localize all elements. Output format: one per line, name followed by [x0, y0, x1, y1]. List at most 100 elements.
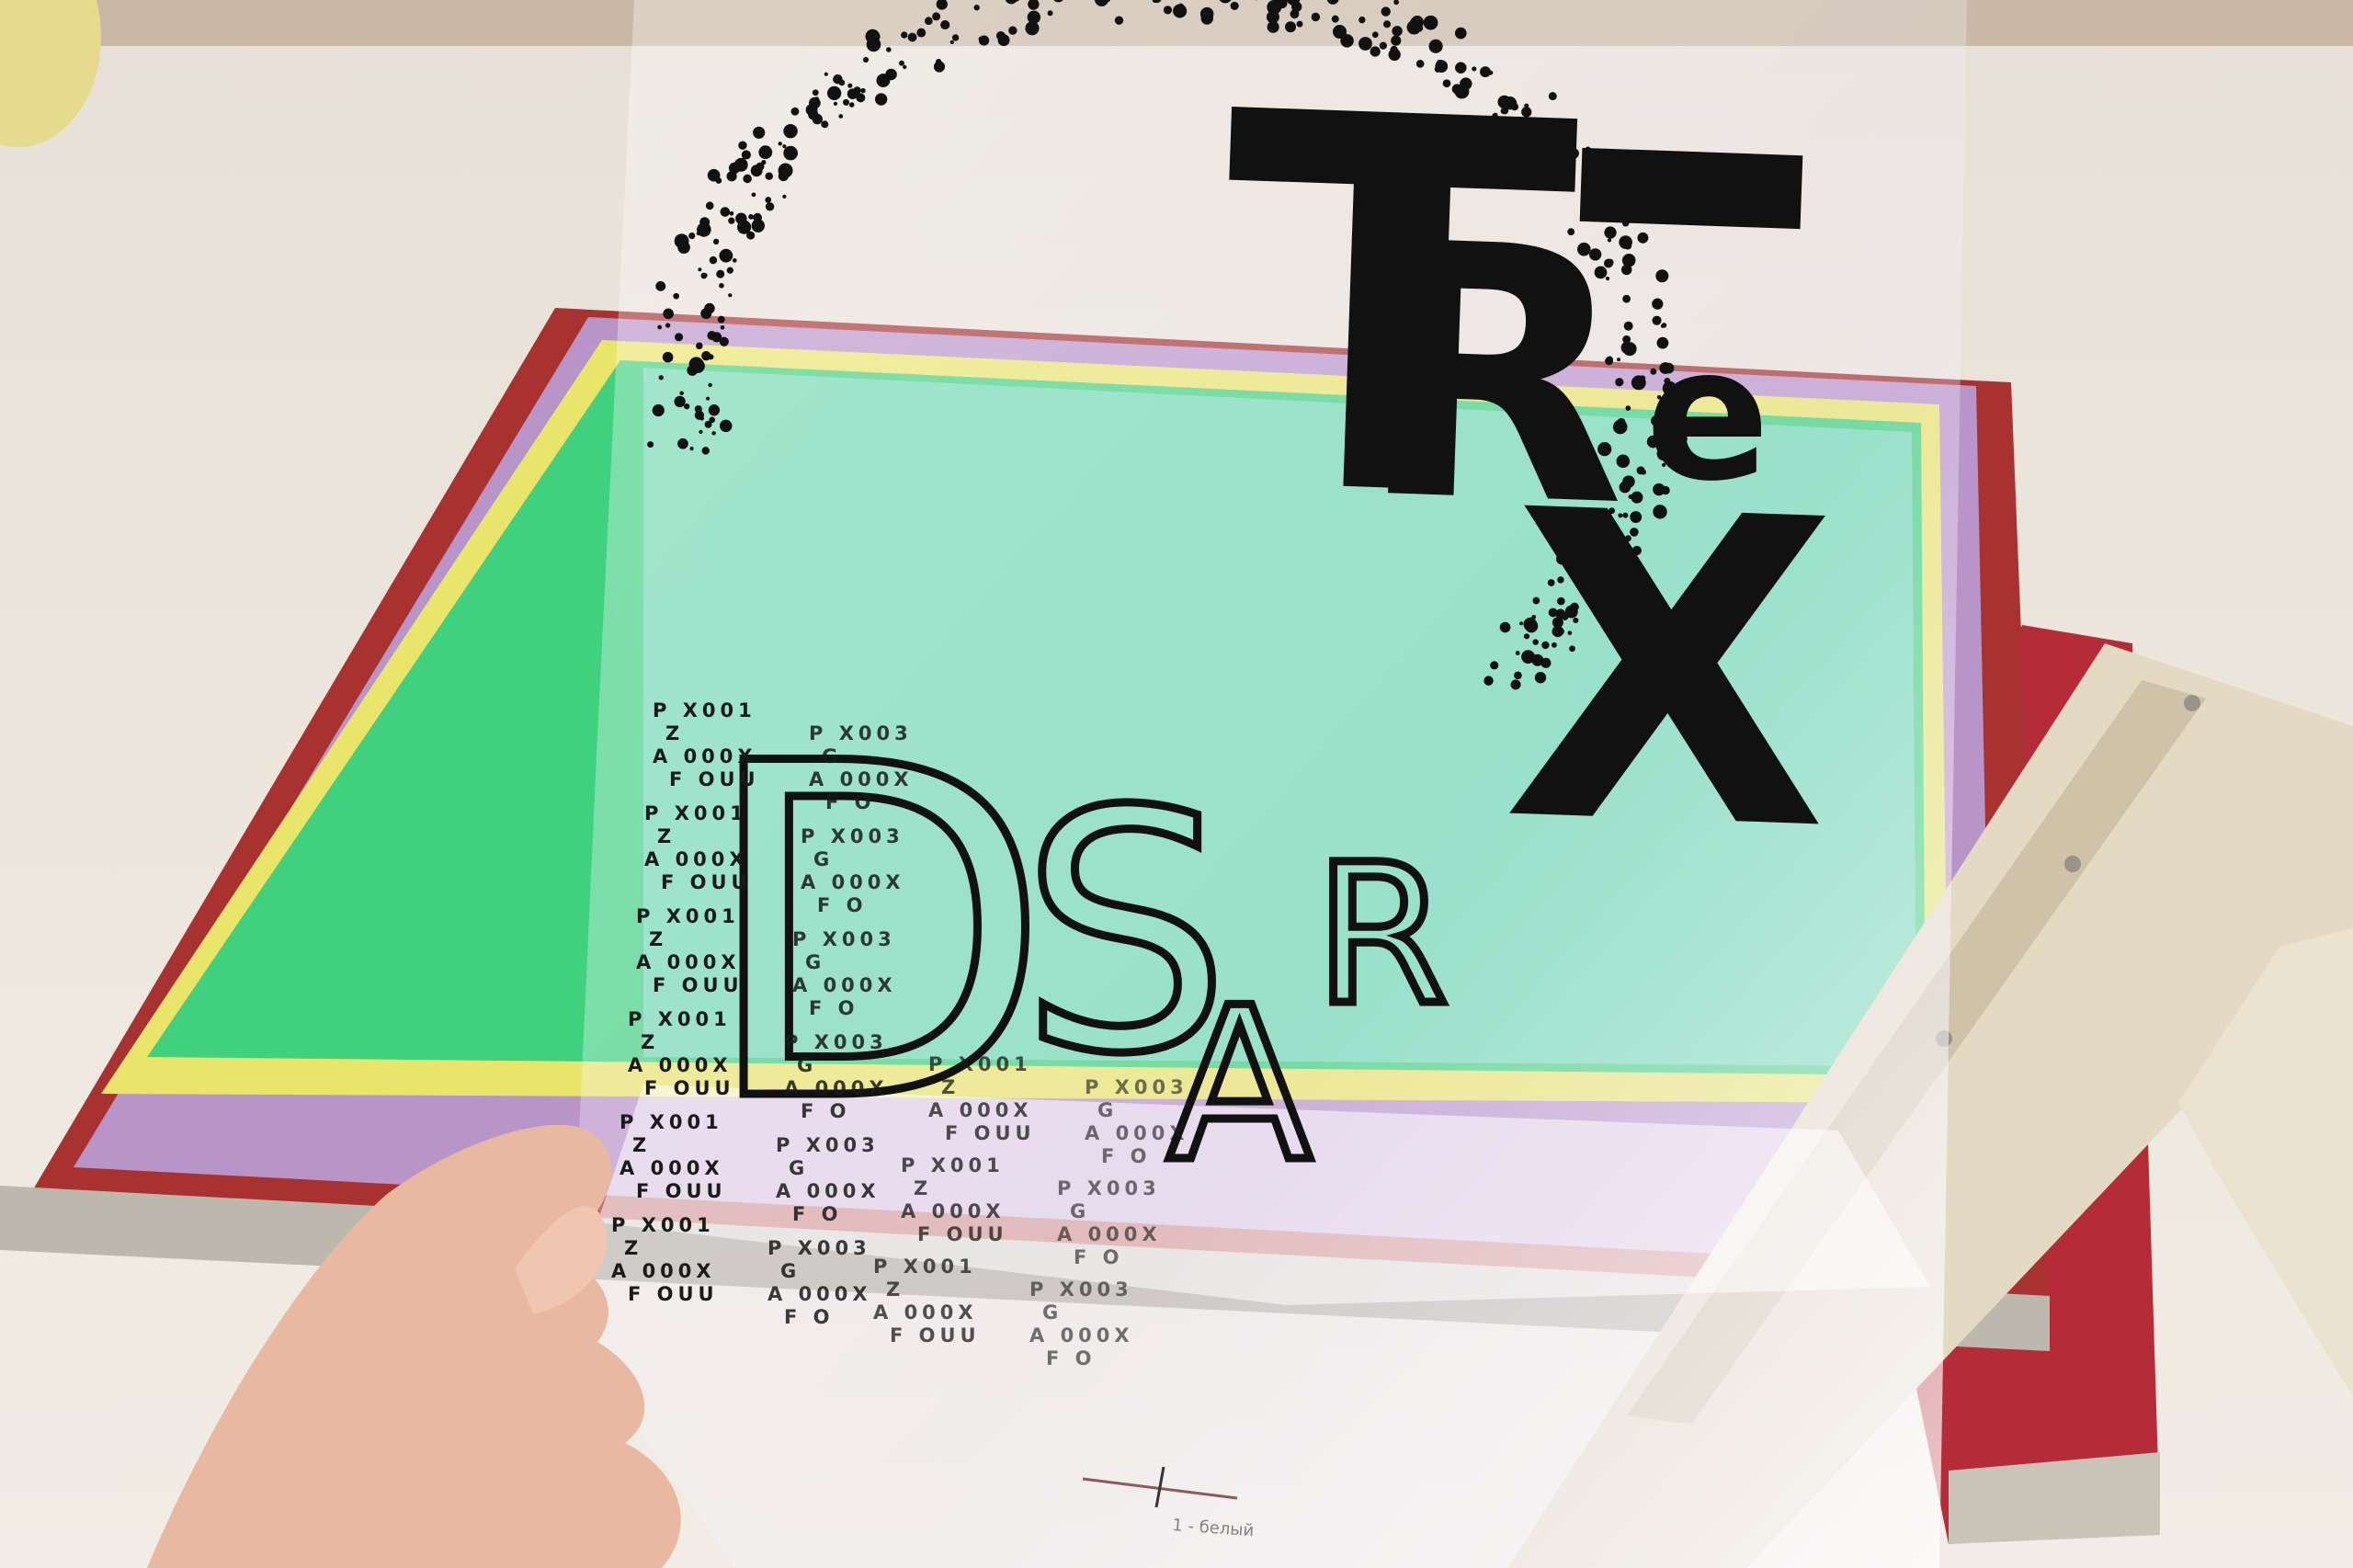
ink-speckle — [838, 114, 844, 119]
ink-speckle — [899, 60, 904, 66]
ink-speckle — [741, 150, 751, 160]
code-tile-line: G — [789, 1157, 809, 1179]
ink-speckle — [712, 238, 720, 244]
code-tile-line: F O — [1074, 1246, 1124, 1268]
ink-speckle — [860, 87, 866, 94]
ink-speckle — [708, 354, 714, 360]
ink-speckle — [728, 217, 735, 224]
ink-speckle — [782, 194, 787, 199]
ink-speckle — [753, 212, 762, 222]
ink-speckle — [951, 34, 960, 41]
ink-speckle — [717, 315, 725, 324]
ink-speckle — [748, 214, 754, 220]
code-tile-line: P X003 — [1057, 1177, 1161, 1199]
code-tile-line: G — [797, 1054, 817, 1076]
ink-speckle — [949, 40, 954, 45]
ink-speckle — [657, 324, 663, 330]
ink-speckle — [886, 47, 892, 52]
code-tile-line: F OUU — [917, 1223, 1008, 1245]
code-tile-line: P X003 — [801, 825, 904, 847]
code-tile-line: A 000X — [801, 871, 905, 893]
ink-speckle — [690, 358, 705, 374]
ink-speckle — [783, 145, 798, 161]
code-tile-line: G — [813, 848, 834, 870]
ink-speckle — [746, 231, 756, 240]
headline-letter-x: X — [1498, 422, 1841, 925]
ink-speckle — [1114, 16, 1124, 25]
ink-speckle — [751, 192, 756, 198]
code-tile-line: F O — [809, 997, 859, 1019]
code-tile-line: G — [1070, 1200, 1090, 1222]
code-tile-line: Z — [657, 825, 676, 847]
code-tile-line: Z — [632, 1134, 651, 1156]
ink-speckle — [783, 123, 798, 139]
code-tile-line: A 000X — [767, 1283, 872, 1305]
ink-speckle — [705, 201, 714, 210]
ink-speckle — [738, 141, 747, 150]
ink-speckle — [1047, 10, 1053, 17]
ink-speckle — [833, 101, 838, 106]
ink-speckle — [684, 403, 690, 410]
ink-speckle — [711, 431, 716, 436]
ink-speckle — [875, 93, 888, 106]
code-tile-line: P X003 — [776, 1134, 880, 1156]
ink-speckle — [758, 145, 773, 160]
code-tile-line: A 000X — [1085, 1122, 1189, 1144]
ink-speckle — [720, 207, 731, 217]
code-tile-line: Z — [649, 928, 667, 950]
ink-speckle — [647, 441, 654, 449]
code-tile-line: P X003 — [767, 1237, 871, 1259]
ink-speckle — [870, 31, 881, 42]
code-tile-line: P X003 — [792, 928, 896, 950]
ink-speckle — [696, 342, 703, 350]
code-tile-line: A 000X — [809, 768, 914, 790]
ink-speckle — [728, 293, 733, 298]
code-tile-line: G — [805, 951, 825, 973]
ink-speckle — [756, 162, 765, 171]
ink-speckle — [765, 172, 773, 180]
ink-speckle — [812, 89, 819, 97]
ink-speckle — [778, 142, 782, 146]
code-tile-line: F OUU — [653, 974, 744, 996]
ink-speckle — [812, 113, 824, 125]
ink-speckle — [732, 258, 737, 263]
ink-speckle — [663, 308, 674, 320]
code-tile-line: A 000X — [653, 745, 757, 767]
ink-speckle — [704, 302, 715, 314]
ink-speckle — [694, 410, 705, 420]
ink-speckle — [833, 74, 843, 85]
ink-speckle — [1200, 12, 1213, 25]
code-tile-line: P X001 — [901, 1154, 1005, 1176]
ink-speckle — [677, 437, 688, 449]
ink-speckle — [847, 83, 853, 88]
ink-speckle — [813, 97, 820, 102]
code-tile-line: F OUU — [945, 1122, 1036, 1144]
outline-letter-a: A — [1167, 963, 1312, 1209]
ink-speckle — [658, 375, 664, 381]
ink-speckle — [827, 85, 842, 100]
code-tile-line: A 000X — [620, 1157, 724, 1179]
photo-scene: T R e X D S A R P X001 Z A 000X F OUU P X003… — [0, 0, 2353, 1568]
ink-speckle — [995, 30, 1006, 40]
code-tile-line: A 000X — [776, 1180, 881, 1202]
code-tile-line: F O — [801, 1100, 851, 1122]
outline-letter-r: R — [1314, 823, 1449, 1048]
ink-speckle — [790, 107, 800, 116]
code-tile-line: P X001 — [928, 1053, 1032, 1075]
ink-speckle — [978, 37, 983, 41]
ink-speckle — [765, 197, 772, 203]
code-tile-line: P X001 — [611, 1214, 715, 1236]
ink-speckle — [679, 391, 684, 396]
code-tile-line: F OUU — [636, 1180, 727, 1202]
code-tile-line: F O — [1101, 1145, 1152, 1167]
code-tile-line: G — [1097, 1099, 1118, 1121]
code-tile-line: Z — [941, 1076, 960, 1098]
code-tile-line: P X001 — [873, 1256, 977, 1278]
ink-speckle — [862, 56, 870, 63]
code-tile-line: P X003 — [784, 1031, 888, 1053]
photo-canvas: T R e X D S A R P X001ZA 000XF OUUP X003… — [0, 0, 2353, 1568]
code-tile-line: A 000X — [784, 1077, 889, 1099]
ink-speckle — [719, 282, 724, 289]
code-tile-line: Z — [641, 1031, 659, 1053]
code-tile-line: G — [1042, 1301, 1063, 1324]
